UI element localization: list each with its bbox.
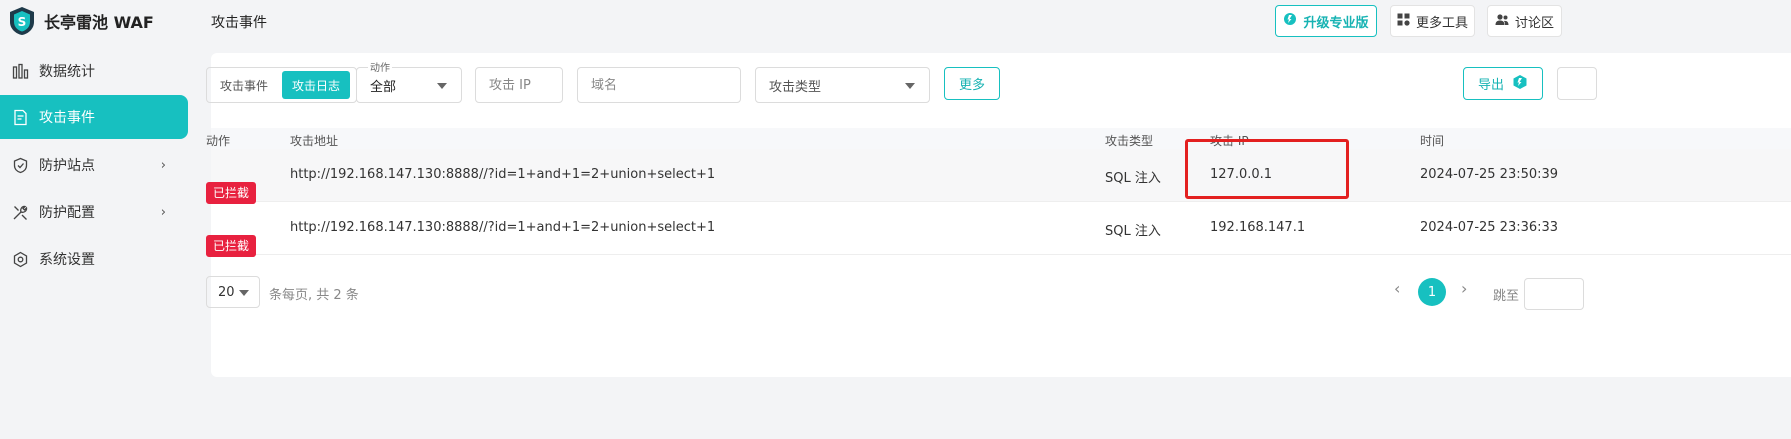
upgrade-button[interactable]: 升级专业版: [1275, 5, 1377, 37]
more-filters-label: 更多: [958, 78, 985, 93]
attack-type-select[interactable]: 攻击类型: [755, 67, 930, 103]
gear-icon: [12, 251, 29, 268]
main-card: 攻击事件 攻击日志 动作 全部 攻击类型 更多 导出 动作 攻击地址 攻击类型 …: [206, 53, 1791, 377]
sidebar-item-attack-events[interactable]: 攻击事件: [0, 95, 188, 139]
sidebar-item-system-settings[interactable]: 系统设置: [0, 234, 188, 284]
domain-field[interactable]: [577, 67, 741, 103]
users-icon: [1495, 13, 1509, 30]
action-select-value: 全部: [370, 79, 397, 95]
time-cell: 2024-07-25 23:36:33: [1420, 220, 1559, 235]
table-row[interactable]: 已拦截 http://192.168.147.130:8888//?id=1+a…: [206, 202, 1791, 257]
more-tools-button[interactable]: 更多工具: [1390, 5, 1475, 37]
upgrade-icon: [1283, 12, 1297, 30]
chevron-right-icon: ›: [160, 157, 166, 173]
forum-button[interactable]: 讨论区: [1487, 5, 1562, 37]
logo-shield-icon: S: [10, 7, 34, 35]
forum-button-label: 讨论区: [1514, 15, 1554, 31]
extra-button[interactable]: [1557, 67, 1597, 100]
chevron-down-icon: [437, 83, 447, 89]
app-logo[interactable]: S 长亭雷池 WAF: [8, 5, 154, 37]
ip-cell: 192.168.147.1: [1210, 220, 1306, 235]
segment-attack-events[interactable]: 攻击事件: [210, 71, 278, 99]
more-tools-label: 更多工具: [1415, 15, 1468, 31]
upgrade-button-label: 升级专业版: [1303, 15, 1369, 31]
document-icon: [12, 109, 29, 126]
more-filters-button[interactable]: 更多: [944, 67, 1000, 100]
pagination-summary: 条每页, 共 2 条: [269, 288, 359, 303]
blocked-badge: 已拦截: [206, 235, 257, 257]
action-select-label: 动作: [368, 59, 392, 74]
view-segment: 攻击事件 攻击日志: [206, 67, 357, 103]
jump-to-label: 跳至: [1493, 289, 1520, 304]
sidebar-item-protection-config[interactable]: 防护配置 ›: [0, 187, 188, 237]
domain-input[interactable]: [591, 77, 727, 93]
shield-check-icon: [12, 157, 29, 174]
app-name: 长亭雷池 WAF: [44, 13, 154, 32]
jump-to-input[interactable]: [1524, 278, 1584, 310]
sidebar-item-label: 防护配置: [39, 205, 95, 221]
export-button[interactable]: 导出: [1463, 67, 1543, 100]
prev-page-icon[interactable]: ‹: [1394, 279, 1400, 298]
sidebar-item-protected-sites[interactable]: 防护站点 ›: [0, 140, 188, 190]
export-label: 导出: [1477, 78, 1504, 93]
page-1-button[interactable]: 1: [1418, 278, 1446, 306]
sidebar: S 长亭雷池 WAF 数据统计 攻击事件 防护站点 › 防护配置 › 系统设置: [0, 0, 188, 439]
tools-icon: [12, 204, 29, 221]
page-title: 攻击事件: [211, 15, 267, 31]
sidebar-item-statistics[interactable]: 数据统计: [0, 46, 188, 96]
sidebar-item-label: 数据统计: [39, 64, 95, 80]
bar-chart-icon: [12, 63, 29, 80]
column-header: 动作: [206, 134, 231, 148]
blocked-badge: 已拦截: [206, 182, 257, 204]
url-cell: http://192.168.147.130:8888//?id=1+and+1…: [290, 220, 716, 235]
time-cell: 2024-07-25 23:50:39: [1420, 167, 1559, 182]
chevron-right-icon: ›: [160, 204, 166, 220]
export-icon: [1512, 74, 1528, 94]
page-size-value: 20: [218, 284, 235, 300]
next-page-icon[interactable]: ›: [1461, 279, 1467, 298]
highlight-box: [1185, 139, 1349, 199]
sidebar-item-label: 系统设置: [39, 252, 95, 268]
attack-ip-input[interactable]: [489, 77, 549, 93]
action-select[interactable]: 动作 全部: [356, 59, 462, 103]
sidebar-item-label: 防护站点: [39, 158, 95, 174]
table-row[interactable]: 已拦截 http://192.168.147.130:8888//?id=1+a…: [206, 149, 1791, 204]
chevron-down-icon: [905, 83, 915, 89]
url-cell: http://192.168.147.130:8888//?id=1+and+1…: [290, 167, 716, 182]
sidebar-item-label: 攻击事件: [39, 110, 95, 126]
page-size-select[interactable]: 20: [206, 276, 260, 308]
attack-ip-field[interactable]: [475, 67, 563, 103]
attack-type-cell: SQL 注入: [1105, 171, 1161, 186]
column-header: 时间: [1420, 134, 1445, 148]
chevron-down-icon: [239, 290, 249, 296]
grid-icon: [1397, 13, 1410, 30]
segment-attack-logs[interactable]: 攻击日志: [282, 71, 351, 99]
attack-type-cell: SQL 注入: [1105, 224, 1161, 239]
attack-type-placeholder: 攻击类型: [769, 79, 822, 95]
column-header: 攻击类型: [1105, 134, 1154, 148]
svg-text:S: S: [18, 15, 27, 29]
column-header: 攻击地址: [290, 134, 339, 148]
